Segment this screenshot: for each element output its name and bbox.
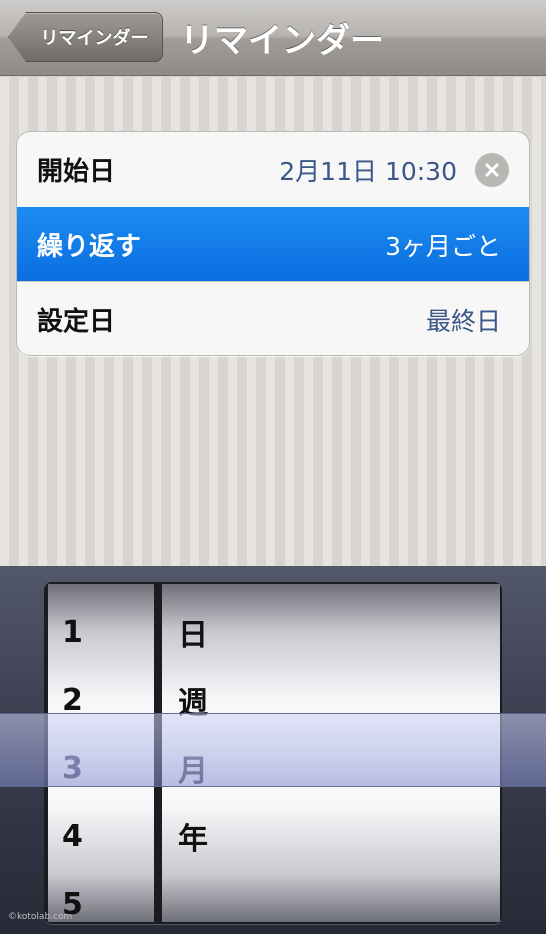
clear-circle-x-icon[interactable] — [475, 152, 509, 187]
x-glyph-icon — [485, 163, 499, 176]
picker-unit-item-selected[interactable]: 月 — [178, 734, 208, 802]
start-date-value: 2月11日 10:30 — [279, 156, 457, 186]
repeat-row[interactable]: 繰り返す 3ヶ月ごと — [17, 207, 529, 282]
picker-unit-item[interactable]: 年 — [178, 802, 208, 870]
picker-unit-item[interactable]: 週 — [178, 666, 208, 734]
picker-number-item[interactable]: 2 — [62, 666, 83, 734]
start-date-row[interactable]: 開始日 2月11日 10:30 — [17, 132, 529, 207]
picker-number-item[interactable]: 4 — [62, 802, 83, 870]
picker-unit-item[interactable]: 日 — [178, 598, 208, 666]
picker-number-item-selected[interactable]: 3 — [62, 734, 83, 802]
unit-wheel[interactable]: 日 週 月 年 — [162, 584, 500, 922]
content-area: 開始日 2月11日 10:30 繰り返す 3ヶ月ごと 設定日 最終日 — [0, 77, 546, 566]
navigation-bar: リマインダー リマインダー — [0, 0, 546, 76]
setting-date-value: 最終日 — [425, 306, 501, 336]
back-button-label: リマインダー — [40, 28, 149, 49]
start-date-label: 開始日 — [37, 157, 116, 187]
interval-picker: 1 2 3 4 5 日 週 月 年 ©kotolab.com — [0, 566, 546, 934]
repeat-label: 繰り返す — [37, 232, 142, 262]
page-title: リマインダー — [180, 20, 384, 61]
watermark: ©kotolab.com — [8, 912, 73, 922]
setting-date-row[interactable]: 設定日 最終日 — [17, 282, 529, 355]
repeat-value: 3ヶ月ごと — [385, 231, 501, 261]
setting-date-label: 設定日 — [37, 307, 116, 337]
picker-number-item[interactable]: 1 — [62, 598, 83, 666]
picker-frame: 1 2 3 4 5 日 週 月 年 — [44, 582, 502, 924]
settings-group: 開始日 2月11日 10:30 繰り返す 3ヶ月ごと 設定日 最終日 — [16, 131, 530, 356]
number-wheel[interactable]: 1 2 3 4 5 — [48, 584, 154, 922]
back-button[interactable]: リマインダー — [8, 12, 163, 62]
